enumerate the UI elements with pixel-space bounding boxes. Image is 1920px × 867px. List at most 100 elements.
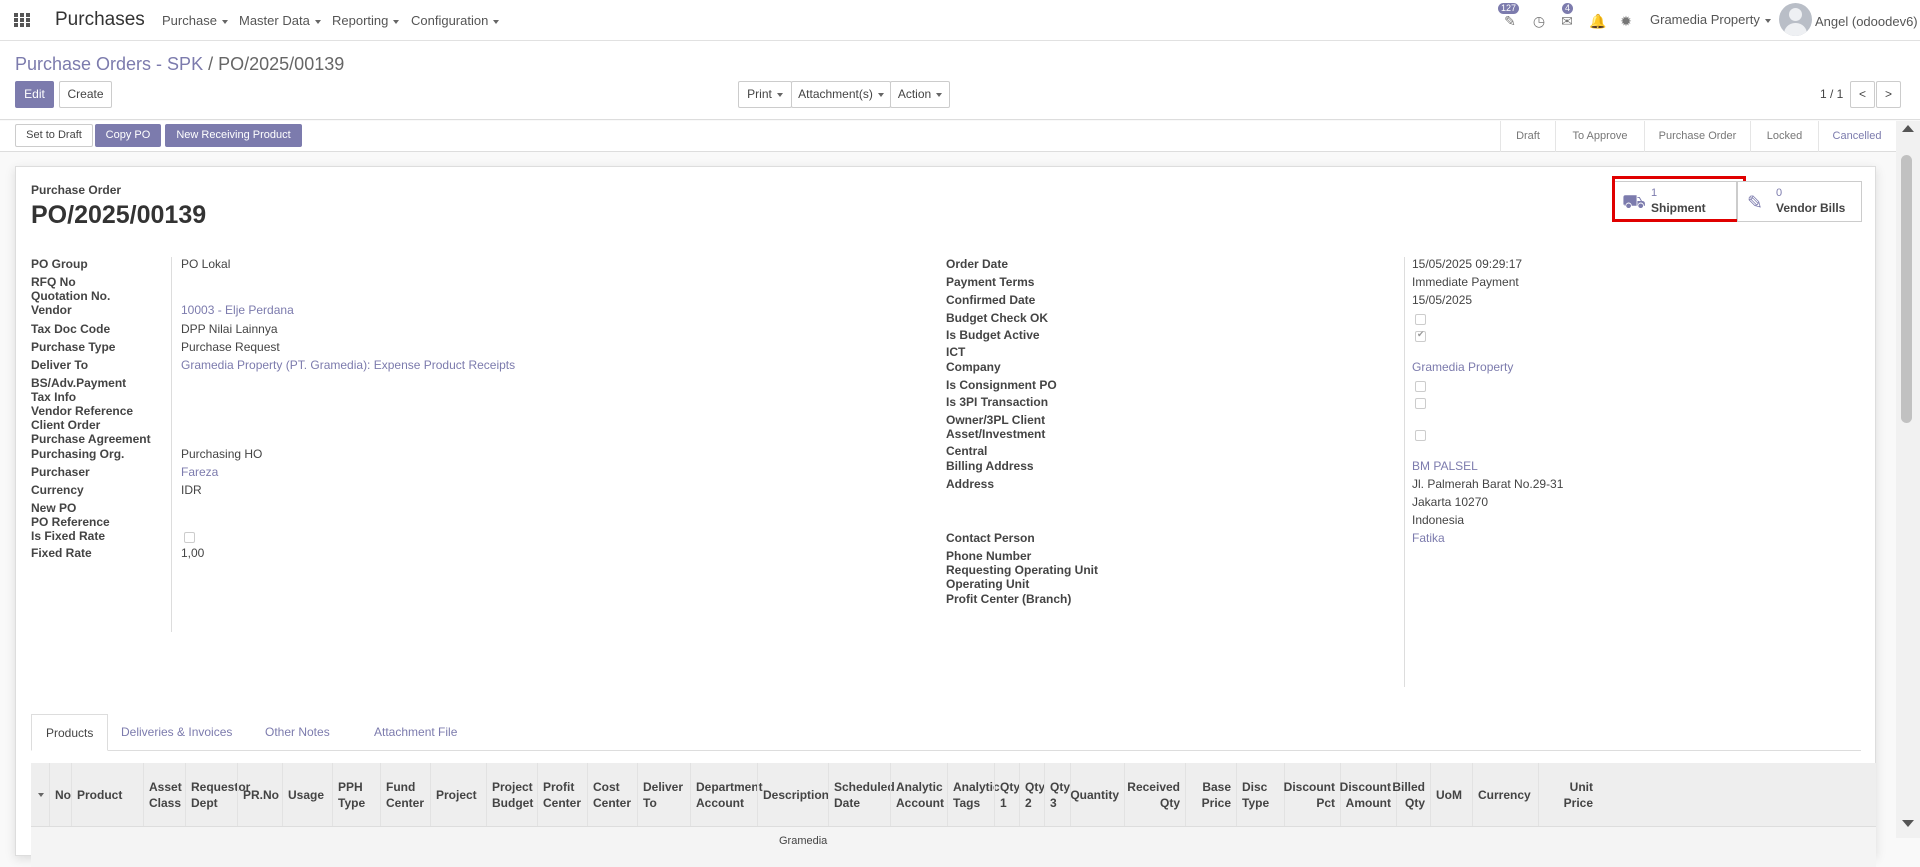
new-receiving-product-button[interactable]: New Receiving Product — [165, 124, 302, 147]
scroll-up-icon[interactable] — [1902, 125, 1914, 132]
column-header-deliver-to[interactable]: Deliver To — [637, 763, 690, 826]
menu-reporting[interactable]: Reporting — [332, 13, 400, 28]
pager-next-button[interactable]: > — [1876, 81, 1901, 108]
action-dropdown[interactable]: Action — [890, 81, 950, 108]
left-field-label-7: BS/Adv.Payment — [31, 376, 127, 390]
column-header-quantity[interactable]: Quantity — [1070, 763, 1124, 826]
vendor-bills-smart-button[interactable]: ✎ 0 Vendor Bills — [1737, 181, 1862, 222]
right-field-label-16: Contact Person — [946, 531, 1035, 545]
column-header-qty-1[interactable]: Qty 1 — [994, 763, 1020, 826]
breadcrumb-parent[interactable]: Purchase Orders - SPK — [15, 54, 203, 74]
right-field-label-17: Phone Number — [946, 549, 1032, 563]
right-field-checkbox-8[interactable] — [1415, 398, 1426, 409]
column-header-received-qty[interactable]: Received Qty — [1124, 763, 1185, 826]
left-field-value-6[interactable]: Gramedia Property (PT. Gramedia): Expens… — [181, 358, 515, 372]
company-switcher[interactable]: Gramedia Property — [1650, 12, 1771, 27]
column-header-analytic-tags[interactable]: Analytic Tags — [947, 763, 1000, 826]
column-header-product[interactable]: Product — [71, 763, 143, 826]
user-avatar[interactable] — [1779, 3, 1812, 36]
column-header-department-account[interactable]: Department Account — [690, 763, 763, 826]
menu-purchase[interactable]: Purchase — [162, 13, 228, 28]
column-header-analytic-account[interactable]: Analytic Account — [890, 763, 947, 826]
column-header-pr-no[interactable]: PR.No — [237, 763, 282, 826]
vertical-scrollbar[interactable] — [1896, 121, 1920, 838]
edit-button[interactable]: Edit — [15, 81, 54, 108]
pager-prev-button[interactable]: < — [1850, 81, 1875, 108]
tab-other-notes[interactable]: Other Notes — [251, 714, 344, 751]
tab-deliveries-invoices[interactable]: Deliveries & Invoices — [107, 714, 246, 751]
menu-master-data[interactable]: Master Data — [239, 13, 321, 28]
right-field-label-13: Address — [946, 477, 995, 491]
column-header-cost-center[interactable]: Cost Center — [587, 763, 637, 826]
right-field-value-16[interactable]: Fatika — [1412, 531, 1445, 545]
column-header-requestor-dept[interactable]: Requestor Dept — [185, 763, 250, 826]
column-header-asset-class[interactable]: Asset Class — [143, 763, 185, 826]
stage-draft[interactable]: Draft — [1500, 121, 1555, 152]
po-number-title: PO/2025/00139 — [31, 201, 207, 229]
left-field-label-3: Vendor — [31, 303, 72, 317]
left-field-label-5: Purchase Type — [31, 340, 116, 354]
right-field-value-6[interactable]: Gramedia Property — [1412, 360, 1513, 374]
stage-to-approve[interactable]: To Approve — [1555, 121, 1644, 152]
create-button[interactable]: Create — [59, 81, 112, 108]
column-header-billed-qty[interactable]: Billed Qty — [1392, 763, 1430, 826]
column-header-description[interactable]: Description — [757, 763, 829, 826]
menu-configuration[interactable]: Configuration — [411, 13, 500, 28]
copy-po-button[interactable]: Copy PO — [95, 124, 161, 147]
left-field-label-4: Tax Doc Code — [31, 322, 111, 336]
user-menu[interactable]: Angel (odoodev6) — [1815, 14, 1918, 29]
tab-attachment-file[interactable]: Attachment File — [360, 714, 471, 751]
column-header-base-price[interactable]: Base Price — [1185, 763, 1236, 826]
stage-cancelled[interactable]: Cancelled — [1818, 121, 1895, 152]
column-header-profit-center[interactable]: Profit Center — [537, 763, 587, 826]
bug-icon[interactable]: ✹ — [1618, 13, 1634, 29]
chat-icon[interactable]: ✉ — [1559, 13, 1575, 29]
shipment-highlight-box — [1612, 176, 1746, 222]
left-field-value-3[interactable]: 10003 - Elje Perdana — [181, 303, 294, 317]
column-header-no[interactable]: No — [49, 763, 71, 826]
activity-edit-icon[interactable]: ✎ — [1502, 13, 1518, 29]
left-label-separator — [171, 257, 172, 632]
right-field-checkbox-10[interactable] — [1415, 430, 1426, 441]
right-field-value-12[interactable]: BM PALSEL — [1412, 459, 1478, 473]
scroll-down-icon[interactable] — [1902, 820, 1914, 827]
pager-value[interactable]: 1 / 1 — [1820, 87, 1843, 101]
bell-icon[interactable]: 🔔 — [1589, 13, 1606, 29]
attachments-dropdown[interactable]: Attachment(s) — [791, 81, 891, 108]
right-field-checkbox-4[interactable] — [1415, 329, 1426, 342]
tab-products[interactable]: Products — [31, 714, 109, 751]
app-menu-icon[interactable] — [14, 13, 31, 28]
column-header-unit-price[interactable]: Unit Price — [1538, 763, 1598, 826]
column-header-qty-3[interactable]: Qty 3 — [1044, 763, 1070, 826]
select-all-caret-icon[interactable] — [31, 763, 49, 826]
column-header-usage[interactable]: Usage — [282, 763, 332, 826]
left-field-label-0: PO Group — [31, 257, 88, 271]
left-field-label-10: Client Order — [31, 418, 101, 432]
control-panel: Purchase Orders - SPK / PO/2025/00139 Ed… — [0, 41, 1920, 120]
column-header-disc-type[interactable]: Disc Type — [1236, 763, 1284, 826]
document-type-label: Purchase Order — [31, 183, 122, 197]
column-header-qty-2[interactable]: Qty 2 — [1019, 763, 1045, 826]
left-field-value-14: IDR — [181, 483, 202, 497]
stage-purchase-order[interactable]: Purchase Order — [1644, 121, 1750, 152]
column-header-project[interactable]: Project — [430, 763, 486, 826]
left-field-checkbox-17[interactable] — [184, 532, 195, 543]
right-field-label-18: Requesting Operating Unit — [946, 563, 1099, 577]
scrollbar-thumb[interactable] — [1901, 155, 1912, 423]
column-header-pph-type[interactable]: PPH Type — [332, 763, 380, 826]
column-header-fund-center[interactable]: Fund Center — [380, 763, 430, 826]
column-header-project-budget[interactable]: Project Budget — [486, 763, 537, 826]
column-header-uom[interactable]: UoM — [1430, 763, 1472, 826]
right-field-checkbox-3[interactable] — [1415, 314, 1426, 325]
column-header-discount-pct[interactable]: Discount Pct — [1284, 763, 1340, 826]
status-bar: Set to Draft Copy PO New Receiving Produ… — [0, 121, 1896, 152]
clock-icon[interactable]: ◷ — [1531, 13, 1547, 29]
column-header-currency[interactable]: Currency — [1472, 763, 1538, 826]
column-header-scheduled-date[interactable]: Scheduled Date — [828, 763, 895, 826]
set-to-draft-button[interactable]: Set to Draft — [15, 124, 93, 147]
right-field-checkbox-7[interactable] — [1415, 381, 1426, 392]
left-field-value-13[interactable]: Fareza — [181, 465, 218, 479]
stage-locked[interactable]: Locked — [1750, 121, 1818, 152]
print-dropdown[interactable]: Print — [738, 81, 792, 108]
column-header-discount-amount[interactable]: Discount Amount — [1340, 763, 1396, 826]
